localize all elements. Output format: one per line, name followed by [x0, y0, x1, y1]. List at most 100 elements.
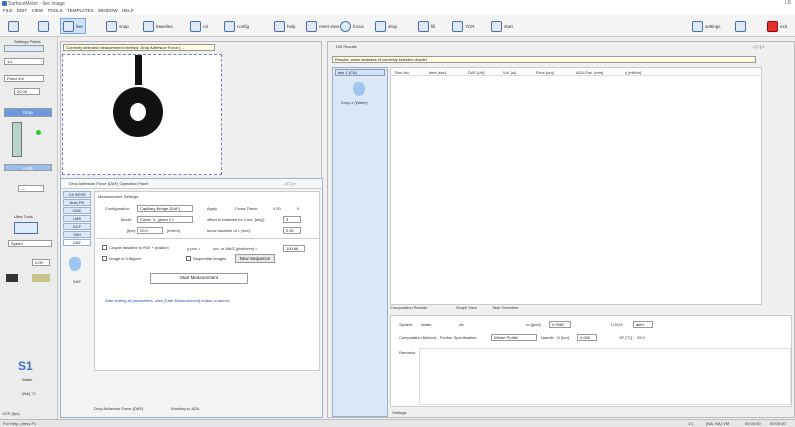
camera-icon[interactable] — [6, 274, 18, 282]
start-button[interactable]: start — [489, 18, 515, 34]
sequential-checkbox[interactable] — [186, 256, 191, 261]
results-table: Run-No. time [sec] DAF [uN] Vol. [ul] Er… — [390, 67, 762, 305]
edit-button[interactable] — [36, 18, 51, 34]
tab-task-overview[interactable]: Task Overview — [492, 305, 518, 310]
window-controls[interactable]: LB — [785, 0, 791, 6]
menu-templates[interactable]: TEMPLATES — [67, 8, 93, 13]
daf-drop-icon — [69, 257, 81, 271]
pencil-icon — [38, 20, 49, 32]
menu-help[interactable]: HELP — [122, 8, 134, 13]
results-sidebar: ask 1 (CA) Drop-1 (Water) — [332, 67, 388, 417]
hint-text: After setting all parameters, click [Sta… — [105, 298, 231, 303]
menu-view[interactable]: VIEW — [32, 8, 44, 13]
ro-field[interactable]: 0.9982 — [549, 321, 571, 328]
needle-field[interactable]: 0.000 — [577, 334, 597, 341]
task-tab[interactable]: ask 1 (CA) — [335, 69, 385, 76]
tab-daf[interactable]: DAF — [63, 239, 91, 246]
baseline-icon — [143, 20, 154, 32]
ultra-tools-label: Ultra Tools — [14, 214, 33, 219]
configuration-select[interactable]: Capillary Bridge (DAF) — [137, 205, 193, 212]
drop-button[interactable]: drop — [373, 18, 399, 34]
apply-label[interactable]: Apply — [207, 206, 217, 211]
tab-ca-sess[interactable]: CA SESS — [63, 191, 91, 198]
status-bar: For Help, press F1 1:1 (NA, NA) VM 00:00… — [0, 419, 795, 427]
tab-settings[interactable]: Settings — [392, 410, 406, 415]
menu-tools[interactable]: TOOLS — [47, 8, 62, 13]
results-panel: DM Results - | □ | × Results: value stat… — [327, 41, 795, 418]
mode-select[interactable]: Const. V., given 2 f — [137, 216, 193, 223]
dialog-bottom-tab-daf[interactable]: Drop Adhesion Force (DAF) — [94, 406, 143, 411]
tab-cmc[interactable]: CMC — [63, 207, 91, 214]
loch-field[interactable]: alert — [633, 321, 653, 328]
remarks-field[interactable] — [419, 348, 791, 405]
config-button[interactable]: config — [222, 18, 251, 34]
focus-button[interactable]: focus — [338, 18, 366, 34]
divider — [97, 238, 319, 239]
view-button[interactable] — [733, 18, 748, 34]
drop-label[interactable]: Drop-1 (Water) — [341, 100, 368, 105]
tab-computation[interactable]: Computation Results — [390, 305, 427, 310]
mode-select[interactable]: Fixed Vol. — [4, 75, 44, 82]
dialog-controls[interactable]: - | □ | × — [283, 181, 296, 186]
exit-icon — [767, 20, 778, 32]
start-measurement-button[interactable]: Start Measurement — [150, 273, 248, 284]
mag-field[interactable]: 100.86 — [283, 245, 305, 252]
vcr-label: VCR (fps) — [2, 411, 20, 416]
offset-label: offset to baseline for Cont. [deg]: — [207, 217, 265, 222]
menu-window[interactable]: WINDOW — [98, 8, 118, 13]
settings-button[interactable]: settings — [690, 18, 723, 34]
fps-unit: [mN/m] — [167, 228, 180, 233]
couple-checkbox[interactable] — [102, 245, 107, 250]
ycr-button[interactable]: YCR — [450, 18, 477, 34]
tab-auto-pd[interactable]: Auto PD — [63, 199, 91, 206]
speed-select[interactable]: Speed — [8, 240, 52, 247]
help-button[interactable]: help — [272, 18, 298, 34]
settings-area: Measurement Settings: Configuration: Cap… — [94, 191, 320, 371]
col-vol: Vol. [ul] — [503, 70, 517, 75]
hub-button[interactable]: HUB — [4, 164, 52, 171]
new-sequence-button[interactable]: New Sequence — [235, 254, 275, 263]
table-header: Run-No. time [sec] DAF [uN] Vol. [ul] Er… — [391, 68, 761, 76]
ypos-label: y-pos = — [187, 246, 201, 251]
speed-value[interactable]: 0.00 — [32, 259, 50, 266]
fill-button[interactable]: fill — [416, 18, 437, 34]
baseline-button[interactable]: baseline — [141, 18, 175, 34]
loch-label: LOCH: — [611, 322, 624, 327]
arrows-icon[interactable] — [14, 222, 38, 234]
tab-lms[interactable]: LMS — [63, 215, 91, 222]
settings-pane: System: Water Air ro [g/ml]: 0.9982 LOCH… — [390, 315, 792, 407]
results-controls[interactable]: - | □ | × — [752, 44, 765, 49]
dialog-bottom-tab-aza[interactable]: Working w. AZA — [171, 406, 199, 411]
syringe-select[interactable]: --- — [18, 185, 44, 192]
window-title: SurfaceMeter - live image — [8, 1, 65, 7]
volume-field[interactable]: 20.00 — [14, 88, 40, 95]
live-button[interactable]: live — [60, 18, 86, 34]
daf-operation-panel: Drop Adhesion Force (DAF) Operation Pane… — [60, 178, 323, 418]
tab-dcf[interactable]: DCF — [63, 223, 91, 230]
status-time2: 00:00:00 — [770, 421, 786, 426]
grid-icon — [224, 20, 235, 32]
water-drop-icon — [353, 82, 365, 96]
image-flip-checkbox[interactable] — [102, 256, 107, 261]
comp-select[interactable]: Whole Profile — [491, 334, 537, 341]
menu-edit[interactable]: EDIT — [17, 8, 27, 13]
offset-field[interactable]: 3 — [283, 216, 301, 223]
drop-dispense-button[interactable]: Drop — [4, 108, 52, 117]
menu-file[interactable]: FILE — [3, 8, 13, 13]
light-icon[interactable] — [32, 274, 50, 282]
tab-graph[interactable]: Graph View — [456, 305, 477, 310]
camera-icon — [63, 20, 74, 32]
results-lower-tabs: Computation Results Graph View Task Over… — [390, 304, 590, 311]
live-image-frame[interactable] — [62, 54, 222, 175]
show-baseline-field[interactable]: 0.50 — [283, 227, 301, 234]
snap-button[interactable]: snap — [104, 18, 131, 34]
tab-swi[interactable]: SWI — [63, 231, 91, 238]
exit-button[interactable]: exit — [765, 18, 789, 34]
plate-slider[interactable] — [4, 45, 44, 52]
reset-view-button[interactable]: reset view — [304, 18, 341, 34]
plate-select[interactable]: 1/1 — [4, 58, 44, 65]
sf-label: SF [°C]: — [619, 335, 634, 340]
plate-button[interactable] — [6, 18, 21, 34]
roi-button[interactable]: roi — [188, 18, 210, 34]
fps-field[interactable]: 20.0 — [137, 227, 163, 234]
